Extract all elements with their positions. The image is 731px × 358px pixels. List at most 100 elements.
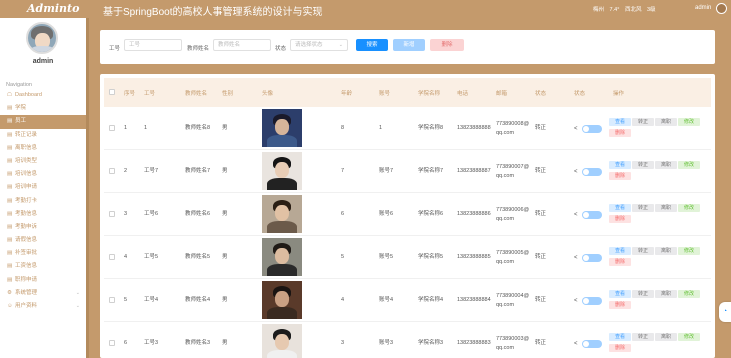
cell-email: 773890007@qq.com <box>496 163 530 179</box>
sidebar-item[interactable]: ▤ 工资信息 <box>0 260 86 273</box>
sidebar-item[interactable]: ⚙ 系统管理 ⌄ <box>0 287 86 300</box>
edit-button[interactable]: 修改 <box>678 290 700 298</box>
edit-button[interactable]: 修改 <box>678 118 700 126</box>
resign-button[interactable]: 离职 <box>655 161 677 169</box>
status-toggle[interactable] <box>581 124 602 133</box>
floating-help-icon[interactable]: ◔ <box>719 302 731 322</box>
resign-button[interactable]: 离职 <box>655 333 677 341</box>
status-toggle[interactable] <box>581 167 602 176</box>
convert-button[interactable]: 转正 <box>632 161 654 169</box>
convert-button[interactable]: 转正 <box>632 204 654 212</box>
edit-button[interactable]: 修改 <box>678 161 700 169</box>
status-toggle-wrap: < <box>574 193 614 236</box>
cell-acct: 账号7 <box>379 168 394 174</box>
convert-button[interactable]: 转正 <box>632 247 654 255</box>
top-username[interactable]: admin <box>695 5 711 11</box>
row-delete-button[interactable]: 删除 <box>609 215 631 223</box>
sidebar-item[interactable]: ▤ 考勤申诉 <box>0 221 86 234</box>
row-checkbox[interactable] <box>109 340 115 346</box>
view-button[interactable]: 查看 <box>609 333 631 341</box>
row-checkbox[interactable] <box>109 168 115 174</box>
convert-button[interactable]: 转正 <box>632 333 654 341</box>
select-all-checkbox[interactable] <box>109 89 115 95</box>
row-actions: 查看 转正 离职 修改删除 <box>609 333 715 355</box>
resign-button[interactable]: 离职 <box>655 204 677 212</box>
edit-button[interactable]: 修改 <box>678 204 700 212</box>
row-delete-button[interactable]: 删除 <box>609 301 631 309</box>
employee-avatar[interactable] <box>262 195 302 233</box>
sidebar-item[interactable]: ▤ 请假信息 <box>0 234 86 247</box>
cell-age: 4 <box>341 297 345 303</box>
cell-index: 4 <box>124 254 128 260</box>
employee-avatar[interactable] <box>262 281 302 319</box>
row-delete-button[interactable]: 删除 <box>609 129 631 137</box>
sidebar-item[interactable]: ▤ 考勤打卡 <box>0 195 86 208</box>
row-checkbox[interactable] <box>109 211 115 217</box>
view-button[interactable]: 查看 <box>609 118 631 126</box>
weather-widget: 梅州 7.4° 西北风 3级 <box>593 5 660 13</box>
resign-button[interactable]: 离职 <box>655 290 677 298</box>
status-toggle[interactable] <box>581 253 602 262</box>
sidebar-avatar[interactable] <box>26 22 58 54</box>
th-no: 工号 <box>144 90 156 97</box>
filter-name-input[interactable]: 教师姓名 <box>213 39 271 51</box>
menu-icon: ☺ <box>7 303 13 309</box>
main-content: 工号 工号 教师姓名 教师姓名 状态 请选择状态 ⌄ 搜索 新增 删除 序号 工… <box>89 18 731 358</box>
row-delete-button[interactable]: 删除 <box>609 172 631 180</box>
app-logo[interactable]: Adminto <box>27 2 79 15</box>
sidebar-item[interactable]: ▤ 离职信息 <box>0 142 86 155</box>
row-delete-button[interactable]: 删除 <box>609 344 631 352</box>
resign-button[interactable]: 离职 <box>655 247 677 255</box>
sidebar-item[interactable]: ▤ 培训类型 <box>0 155 86 168</box>
add-button[interactable]: 新增 <box>393 39 425 51</box>
employee-avatar[interactable] <box>262 152 302 190</box>
weather-level: 3级 <box>646 7 656 13</box>
view-button[interactable]: 查看 <box>609 204 631 212</box>
row-checkbox[interactable] <box>109 297 115 303</box>
row-actions: 查看 转正 离职 修改删除 <box>609 290 715 312</box>
sidebar-item[interactable]: ▤ 转正记录 <box>0 129 86 142</box>
sidebar-item-label: 培训类型 <box>15 157 38 164</box>
sidebar-item[interactable]: ▤ 员工 <box>0 115 86 129</box>
sidebar-item[interactable]: ▤ 培训申请 <box>0 181 86 194</box>
sidebar-item[interactable]: ▤ 考勤信息 <box>0 208 86 221</box>
filter-no-input[interactable]: 工号 <box>124 39 182 51</box>
sidebar-item[interactable]: ▤ 学院 <box>0 102 86 115</box>
status-toggle[interactable] <box>581 210 602 219</box>
sidebar-item[interactable]: ▤ 培训信息 <box>0 168 86 181</box>
employee-avatar[interactable] <box>262 238 302 276</box>
sidebar-item[interactable]: ☺ 用户资料 ⌄ <box>0 300 86 313</box>
resign-button[interactable]: 离职 <box>655 118 677 126</box>
row-checkbox[interactable] <box>109 254 115 260</box>
cell-email: 773890006@qq.com <box>496 206 530 222</box>
cell-phone: 13823888888 <box>457 125 491 131</box>
view-button[interactable]: 查看 <box>609 161 631 169</box>
convert-button[interactable]: 转正 <box>632 118 654 126</box>
sidebar-item[interactable]: ☖ Dashboard <box>0 89 86 102</box>
cell-email: 773890003@qq.com <box>496 335 530 351</box>
menu-icon: ▤ <box>7 263 13 270</box>
sidebar-item[interactable]: ▤ 职称申请 <box>0 274 86 287</box>
cell-status: 转正 <box>535 254 547 260</box>
employee-avatar[interactable] <box>262 109 302 147</box>
cell-index: 2 <box>124 168 128 174</box>
delete-button[interactable]: 删除 <box>430 39 464 51</box>
sidebar-item-label: 用户资料 <box>15 303 38 309</box>
row-checkbox[interactable] <box>109 125 115 131</box>
view-button[interactable]: 查看 <box>609 290 631 298</box>
convert-button[interactable]: 转正 <box>632 290 654 298</box>
search-button[interactable]: 搜索 <box>356 39 388 51</box>
edit-button[interactable]: 修改 <box>678 247 700 255</box>
status-toggle[interactable] <box>581 339 602 348</box>
sidebar-item-label: 离职信息 <box>15 144 38 151</box>
edit-button[interactable]: 修改 <box>678 333 700 341</box>
row-delete-button[interactable]: 删除 <box>609 258 631 266</box>
menu-icon: ☖ <box>7 92 12 98</box>
filter-status-select[interactable]: 请选择状态 ⌄ <box>290 39 348 51</box>
top-avatar[interactable] <box>716 3 727 14</box>
view-button[interactable]: 查看 <box>609 247 631 255</box>
status-toggle[interactable] <box>581 296 602 305</box>
sidebar-item[interactable]: ▤ 补签审批 <box>0 247 86 260</box>
menu-icon: ▤ <box>7 210 13 217</box>
employee-avatar[interactable] <box>262 324 302 358</box>
